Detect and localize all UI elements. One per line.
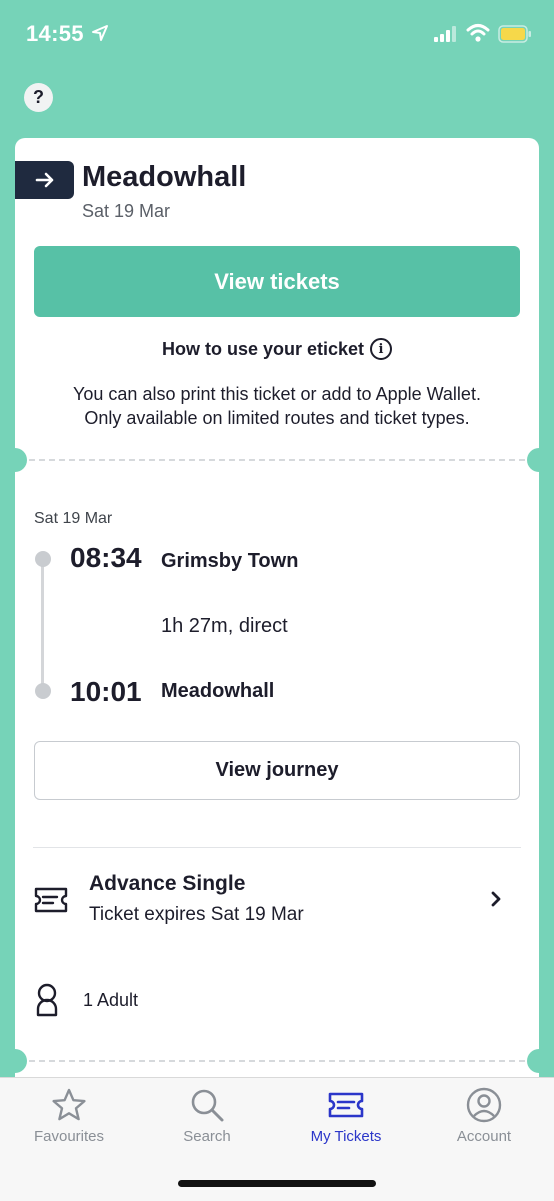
tab-label: My Tickets [310, 1128, 382, 1145]
view-journey-button[interactable]: View journey [34, 741, 520, 800]
star-icon [52, 1088, 86, 1121]
ticket-expiry: Ticket expires Sat 19 Mar [89, 904, 304, 925]
ticket-card: Meadowhall Sat 19 Mar View tickets How t… [3, 138, 551, 1138]
print-info-line: Only available on limited routes and tic… [84, 408, 470, 428]
tab-label: Favourites [33, 1128, 105, 1145]
tab-label: Account [456, 1128, 512, 1145]
tab-my-tickets[interactable]: My Tickets [277, 1086, 415, 1145]
account-icon [466, 1087, 502, 1123]
status-bar: 14:55 [0, 0, 554, 70]
ticket-notch [3, 448, 27, 472]
section-divider [33, 847, 521, 848]
cellular-signal-icon [434, 26, 456, 42]
passenger-count: 1 Adult [83, 990, 139, 1010]
arrival-time: 10:01 [70, 676, 142, 707]
how-to-use-label: How to use your eticket [161, 338, 365, 359]
ticket-icon [328, 1092, 364, 1118]
perforation-divider [29, 459, 525, 461]
direction-badge [15, 161, 74, 199]
arrow-right-icon [35, 172, 53, 188]
destination-title: Meadowhall [82, 161, 247, 193]
ticket-type: Advance Single [89, 872, 246, 895]
timeline-dot-departure [35, 551, 51, 567]
tab-search[interactable]: Search [138, 1086, 276, 1145]
view-tickets-button[interactable]: View tickets [34, 246, 520, 317]
timeline-dot-arrival [35, 683, 51, 699]
home-indicator [178, 1180, 376, 1187]
chevron-right-icon [491, 891, 501, 907]
ticket-notch [527, 1049, 551, 1073]
passenger-icon [36, 983, 58, 1017]
how-to-use-link[interactable]: How to use your eticket i [15, 338, 539, 360]
leg-date: Sat 19 Mar [34, 510, 113, 527]
print-info-line: You can also print this ticket or add to… [73, 384, 481, 404]
help-icon: ? [33, 87, 44, 107]
battery-icon [498, 25, 531, 43]
journey-duration: 1h 27m, direct [161, 615, 288, 637]
help-button[interactable]: ? [24, 83, 53, 112]
timeline-line [41, 559, 44, 691]
journey-date: Sat 19 Mar [82, 201, 171, 221]
tab-label: Search [183, 1128, 231, 1145]
wifi-icon [466, 24, 490, 42]
info-icon: i [370, 338, 393, 360]
ticket-notch [3, 1049, 27, 1073]
search-icon [191, 1089, 224, 1122]
departure-time: 08:34 [70, 542, 142, 573]
status-time: 14:55 [26, 21, 84, 46]
print-info-text: You can also print this ticket or add to… [25, 382, 529, 430]
ticket-icon [34, 887, 68, 913]
ticket-details-row[interactable]: Advance Single Ticket expires Sat 19 Mar [15, 868, 539, 938]
arrival-station: Meadowhall [161, 680, 275, 702]
ticket-notch [527, 448, 551, 472]
tab-account[interactable]: Account [415, 1086, 553, 1145]
departure-station: Grimsby Town [161, 550, 299, 572]
location-arrow-icon [92, 25, 108, 41]
tab-favourites[interactable]: Favourites [0, 1086, 138, 1145]
perforation-divider [29, 1060, 525, 1062]
